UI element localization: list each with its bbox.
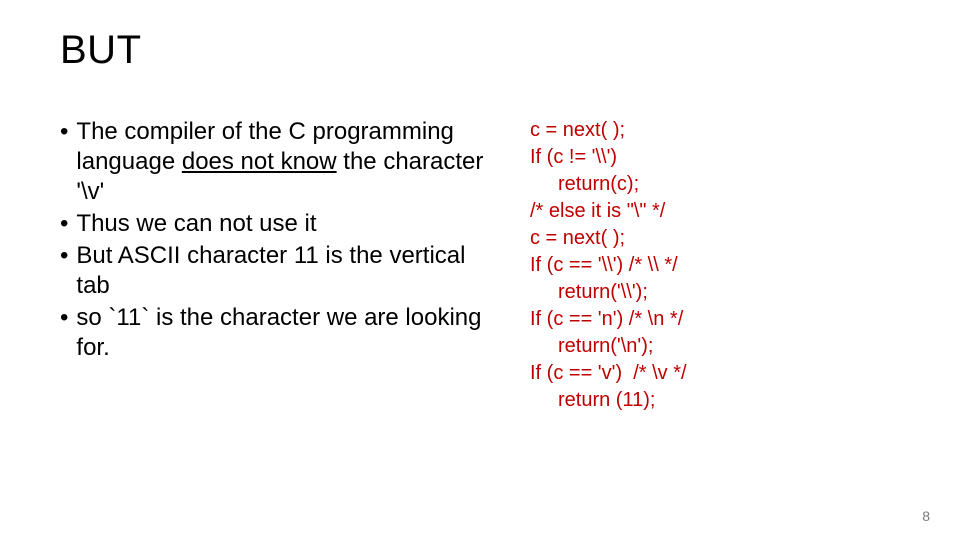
- bullet-list: • The compiler of the C programming lang…: [60, 117, 490, 365]
- code-line: /* else it is "\" */: [530, 198, 900, 225]
- bullet-text: But ASCII character 11 is the vertical t…: [76, 241, 490, 301]
- slide-title: BUT: [60, 28, 900, 73]
- bullet-dot-icon: •: [60, 209, 76, 239]
- code-line: return('\n');: [530, 333, 900, 360]
- page-number: 8: [922, 508, 930, 524]
- bullet-dot-icon: •: [60, 117, 76, 147]
- bullet-dot-icon: •: [60, 241, 76, 271]
- content-columns: • The compiler of the C programming lang…: [60, 117, 900, 414]
- bullet-text: The compiler of the C programming langua…: [76, 117, 490, 207]
- list-item: • But ASCII character 11 is the vertical…: [60, 241, 490, 301]
- code-line: If (c == '\\') /* \\ */: [530, 252, 900, 279]
- code-block: c = next( ); If (c != '\\') return(c); /…: [530, 117, 900, 414]
- code-line: c = next( );: [530, 117, 900, 144]
- code-line: If (c == 'n') /* \n */: [530, 306, 900, 333]
- bullet-text-pre: Thus we can not use it: [76, 210, 316, 237]
- code-line: c = next( );: [530, 225, 900, 252]
- bullet-text: Thus we can not use it: [76, 209, 490, 239]
- bullet-text: so `11` is the character we are looking …: [76, 303, 490, 363]
- code-line: If (c == 'v') /* \v */: [530, 360, 900, 387]
- code-line: If (c != '\\'): [530, 144, 900, 171]
- list-item: • Thus we can not use it: [60, 209, 490, 239]
- list-item: • so `11` is the character we are lookin…: [60, 303, 490, 363]
- slide: BUT • The compiler of the C programming …: [0, 0, 960, 540]
- bullet-text-underlined: does not know: [182, 148, 337, 175]
- code-line: return(c);: [530, 171, 900, 198]
- list-item: • The compiler of the C programming lang…: [60, 117, 490, 207]
- bullet-text-pre: But ASCII character 11 is the vertical t…: [76, 242, 465, 299]
- bullet-text-pre: so `11` is the character we are looking …: [76, 304, 481, 361]
- code-line: return (11);: [530, 387, 900, 414]
- code-line: return('\\');: [530, 279, 900, 306]
- bullet-dot-icon: •: [60, 303, 76, 333]
